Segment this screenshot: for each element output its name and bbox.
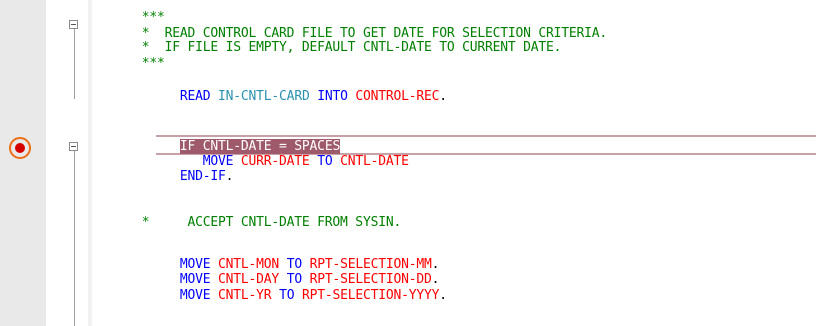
code-line[interactable]: MOVE CURR-DATE TO CNTL-DATE [96,154,409,169]
code-token: * IF FILE IS EMPTY, DEFAULT CNTL-DATE TO… [141,40,562,55]
code-line[interactable]: MOVE CNTL-MON TO RPT-SELECTION-MM. [96,257,440,272]
code-token: CNTL-DATE [340,154,409,169]
code-token: *** [141,10,165,25]
code-token: MOVE [179,257,219,272]
code-token: CNTL-DAY [218,272,280,287]
breakpoint-icon[interactable] [9,137,31,159]
code-token: IN-CNTL-CARD [218,89,310,104]
code-token: * ACCEPT CNTL-DATE FROM SYSIN. [141,215,402,230]
code-token: CURR-DATE [240,154,310,169]
code-token: * READ CONTROL CARD FILE TO GET DATE FOR… [141,26,607,41]
code-token: *** [141,56,165,71]
breakpoint-gutter[interactable] [0,0,46,326]
code-token: RPT-SELECTION-YYYY [301,288,440,303]
code-token: TO [279,257,310,272]
code-line[interactable]: END-IF. [96,169,234,184]
code-line[interactable]: *** [96,10,165,25]
code-token: IF CNTL-DATE = SPACES [179,139,341,154]
code-token: . [439,89,447,104]
code-line[interactable]: MOVE CNTL-YR TO RPT-SELECTION-YYYY. [96,288,447,303]
code-line[interactable]: MOVE CNTL-DAY TO RPT-SELECTION-DD. [96,272,440,287]
code-token: CONTROL-REC [355,89,440,104]
code-line[interactable]: READ IN-CNTL-CARD INTO CONTROL-REC. [96,89,447,104]
code-token: . [431,272,440,287]
code-token: TO [309,154,341,169]
code-token: READ [179,89,219,104]
code-token: TO [271,288,302,303]
fold-guide-line [74,24,75,99]
code-token: MOVE [179,272,219,287]
code-token: MOVE [179,288,219,303]
code-token: MOVE [202,154,241,169]
code-token: TO [279,272,310,287]
code-token: . [431,257,440,272]
code-line[interactable]: *** [96,56,165,71]
fold-collapse-icon[interactable] [69,20,78,29]
code-line[interactable]: * READ CONTROL CARD FILE TO GET DATE FOR… [96,26,607,41]
fold-guide-line [74,146,75,326]
code-token: RPT-SELECTION-DD [309,272,432,287]
change-margin [88,0,92,326]
code-line[interactable]: * IF FILE IS EMPTY, DEFAULT CNTL-DATE TO… [96,40,562,55]
code-line[interactable]: * ACCEPT CNTL-DATE FROM SYSIN. [96,215,402,230]
code-token: . [439,288,447,303]
code-token: INTO [309,89,356,104]
breakpoint-dot [15,143,25,153]
code-line[interactable]: IF CNTL-DATE = SPACES [96,139,340,154]
code-token: . [225,169,234,184]
code-token: CNTL-YR [218,288,272,303]
code-token: RPT-SELECTION-MM [309,257,432,272]
code-token: CNTL-MON [218,257,280,272]
code-token: END-IF [179,169,226,184]
fold-collapse-icon[interactable] [69,142,78,151]
